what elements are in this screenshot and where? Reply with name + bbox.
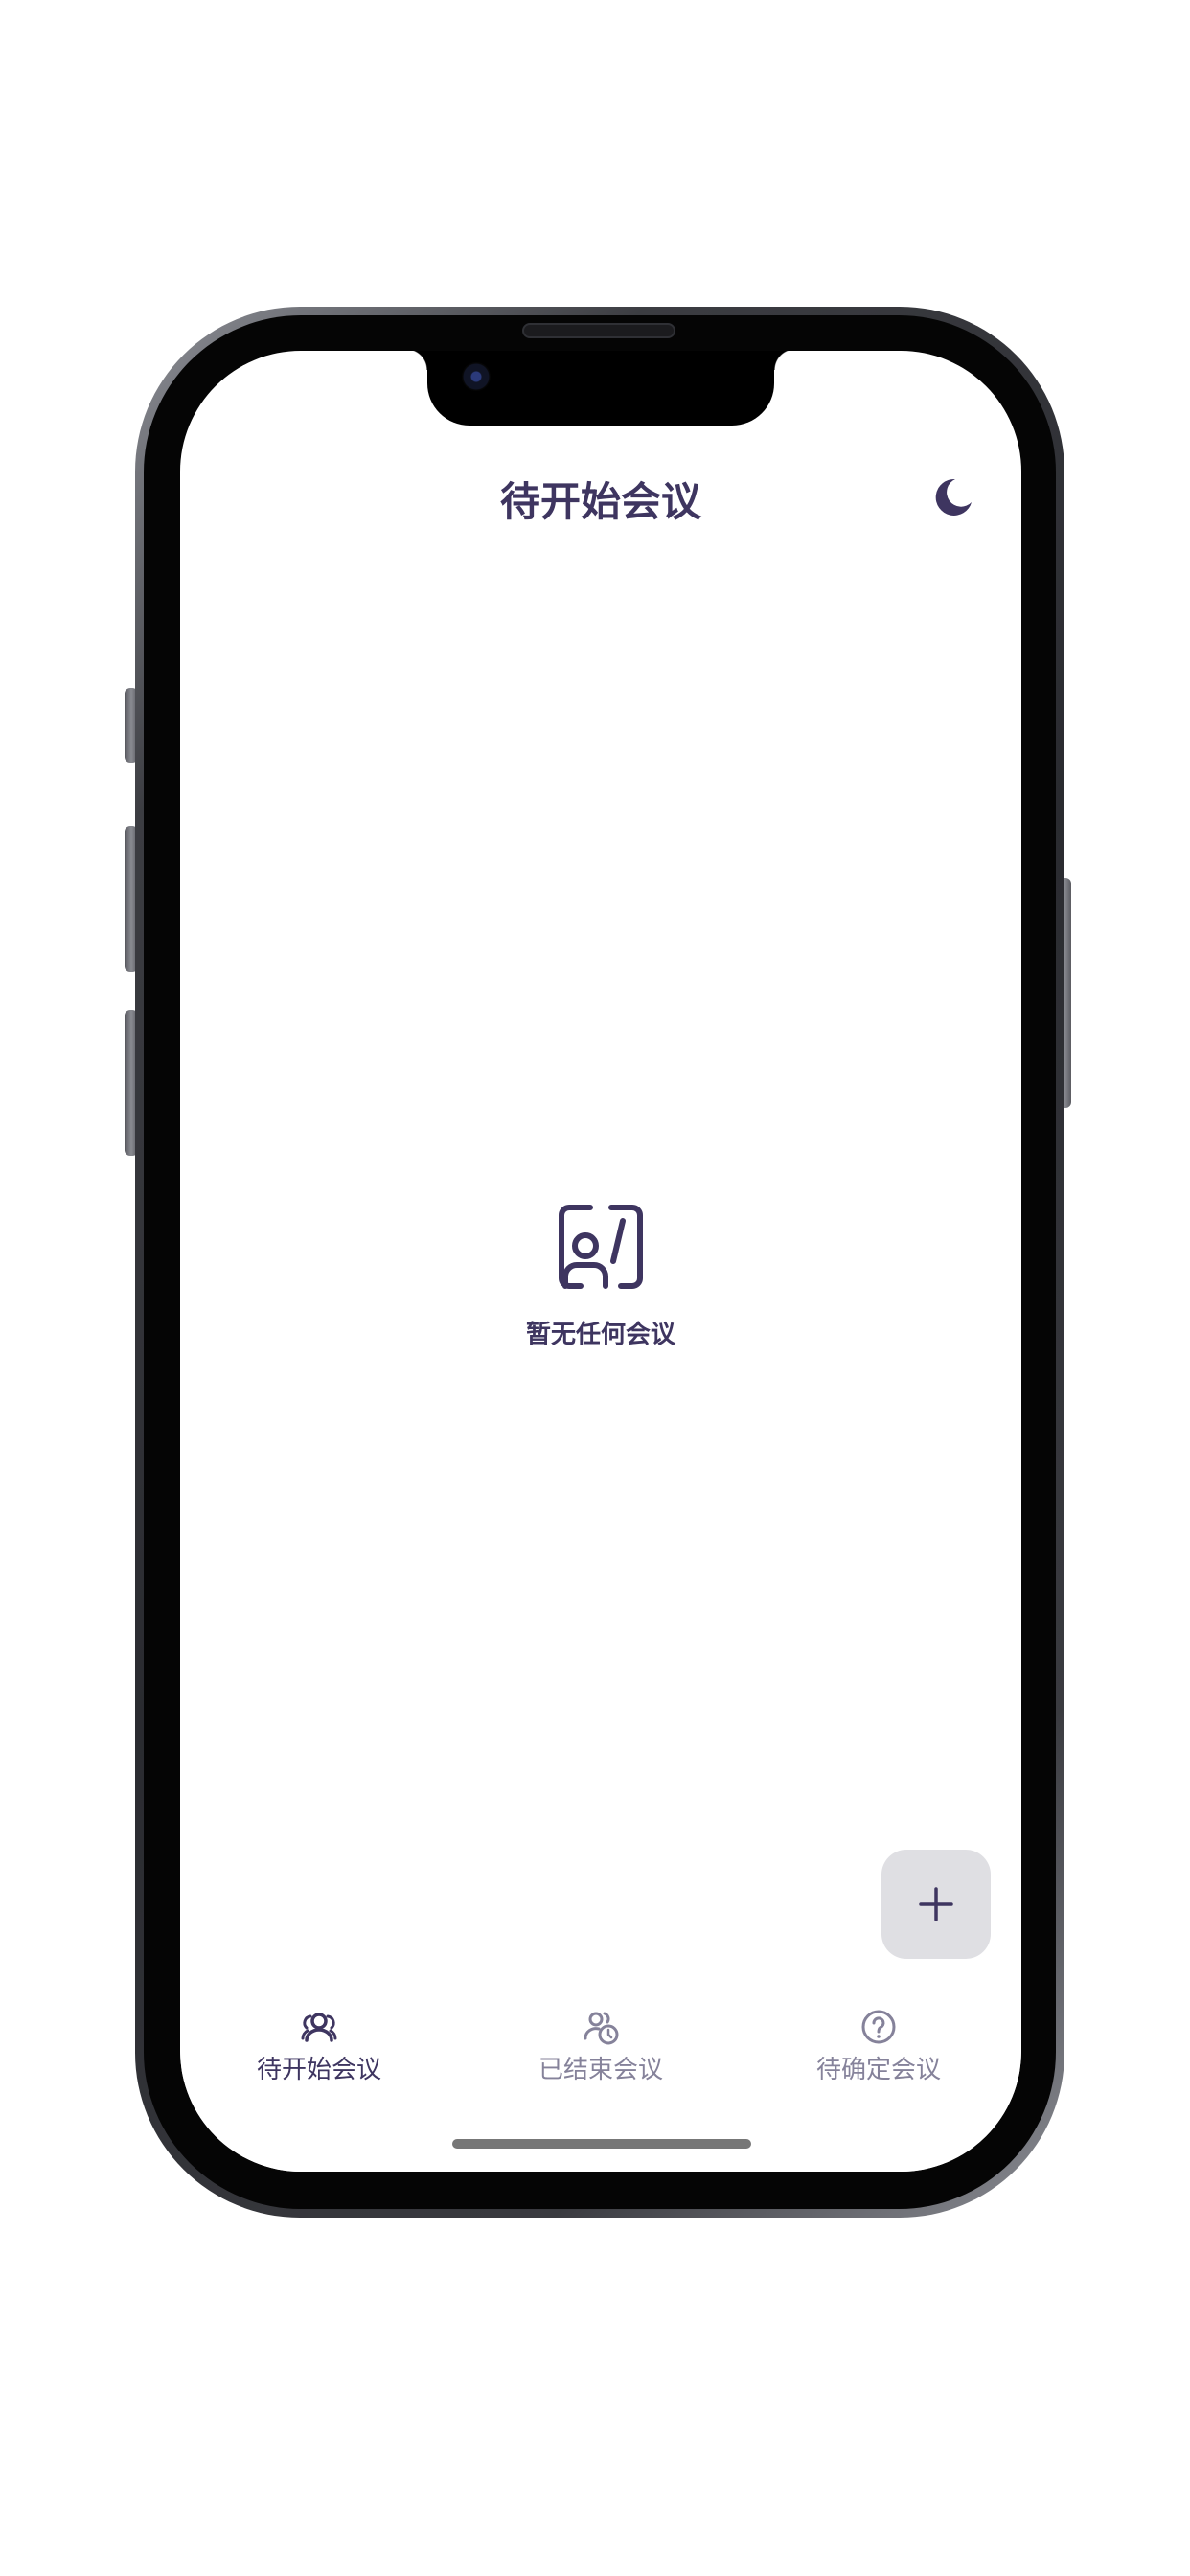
tab-label: 待确定会议	[815, 2056, 941, 2084]
tab-upcoming-meetings[interactable]: 待开始会议	[199, 2008, 439, 2100]
group-icon	[301, 2012, 337, 2042]
tab-pending-meetings[interactable]: 待确定会议	[759, 2008, 998, 2100]
moon-icon	[935, 478, 972, 516]
plus-icon	[919, 1887, 953, 1921]
tab-label: 待开始会议	[256, 2056, 381, 2084]
earpiece-speaker	[522, 323, 675, 338]
person-slash-icon	[559, 1205, 643, 1289]
add-meeting-button[interactable]	[881, 1850, 991, 1959]
home-indicator	[452, 2139, 751, 2149]
page-title: 待开始会议	[499, 478, 701, 525]
tab-label: 已结束会议	[538, 2056, 663, 2084]
front-camera	[462, 362, 491, 391]
empty-state-message: 暂无任何会议	[525, 1321, 675, 1349]
group-clock-icon	[584, 2012, 619, 2045]
phone-screen: 待开始会议 暂无任何会议 待开始会议 已结束会议 待确定会议	[180, 351, 1021, 2172]
tab-ended-meetings[interactable]: 已结束会议	[481, 2008, 721, 2100]
notch	[406, 351, 795, 426]
theme-toggle-button[interactable]	[929, 473, 977, 521]
question-circle-icon	[861, 2010, 896, 2044]
